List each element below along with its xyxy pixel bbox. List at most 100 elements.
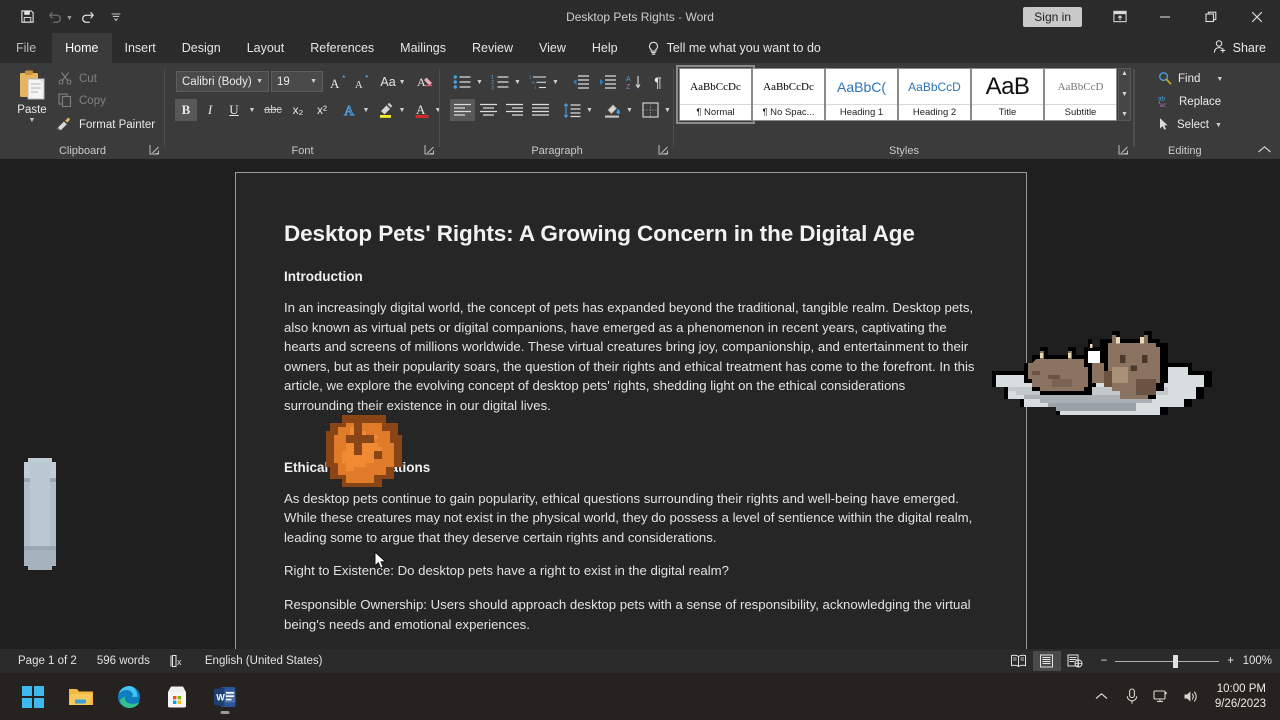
shading-icon[interactable] <box>600 99 624 121</box>
replace-button[interactable]: abac Replace <box>1158 92 1221 112</box>
orange-ball-pet-sprite[interactable] <box>322 410 410 493</box>
volume-icon[interactable] <box>1177 673 1207 720</box>
font-name-combobox[interactable]: Calibri (Body) ▼ <box>176 71 269 92</box>
underline-button[interactable]: U <box>223 99 245 121</box>
tab-file[interactable]: File <box>0 33 52 63</box>
numbering-caret[interactable]: ▼ <box>511 71 524 93</box>
grow-font-icon[interactable]: A <box>327 71 349 93</box>
tell-me-search-box[interactable]: Tell me what you want to do <box>631 33 831 63</box>
tab-layout[interactable]: Layout <box>234 33 298 63</box>
bold-button[interactable]: B <box>175 99 197 121</box>
minimize-icon[interactable] <box>1142 0 1188 33</box>
styles-scroll-up-icon[interactable]: ▲ <box>1121 70 1128 78</box>
shrink-font-icon[interactable]: A <box>351 71 373 93</box>
ribbon-display-options-icon[interactable] <box>1098 0 1142 33</box>
proofing-errors-icon[interactable]: x <box>160 654 195 668</box>
start-button-icon[interactable] <box>14 677 52 717</box>
line-spacing-icon[interactable] <box>560 99 584 121</box>
sort-icon[interactable]: AZ <box>624 71 646 93</box>
strikethrough-button[interactable]: abc <box>261 99 285 121</box>
microsoft-edge-icon[interactable] <box>110 677 148 717</box>
zoom-level-label[interactable]: 100% <box>1234 655 1272 667</box>
customize-quick-access-toolbar-icon[interactable] <box>103 5 129 29</box>
decrease-indent-icon[interactable] <box>568 71 592 93</box>
styles-dialog-launcher[interactable] <box>1118 144 1129 155</box>
microsoft-word-icon[interactable]: W <box>206 677 244 717</box>
style-item-heading-1[interactable]: AaBbC( Heading 1 <box>825 68 898 121</box>
font-size-combobox[interactable]: 19 ▼ <box>271 71 323 92</box>
redo-icon[interactable] <box>75 5 101 29</box>
tab-mailings[interactable]: Mailings <box>387 33 459 63</box>
numbering-icon[interactable]: 123 <box>488 71 512 93</box>
find-caret[interactable]: ▼ <box>1216 76 1223 83</box>
zoom-slider[interactable]: − + <box>1101 655 1234 667</box>
tab-view[interactable]: View <box>526 33 579 63</box>
align-center-icon[interactable] <box>476 99 501 121</box>
format-painter-button[interactable]: Format Painter <box>56 115 155 135</box>
text-effects-button[interactable]: A <box>339 99 361 121</box>
font-name-caret[interactable]: ▼ <box>256 78 263 85</box>
borders-icon[interactable] <box>638 99 662 121</box>
text-effects-caret[interactable]: ▼ <box>359 99 373 121</box>
superscript-button[interactable]: x² <box>311 99 333 121</box>
microphone-icon[interactable] <box>1117 673 1147 720</box>
style-item-title[interactable]: AaB Title <box>971 68 1044 121</box>
taskbar-clock[interactable]: 10:00 PM 9/26/2023 <box>1207 682 1280 712</box>
tab-review[interactable]: Review <box>459 33 526 63</box>
text-highlight-color-icon[interactable] <box>375 99 397 121</box>
find-button[interactable]: Find ▼ <box>1158 69 1223 89</box>
web-layout-icon[interactable] <box>1061 651 1089 671</box>
copy-button[interactable]: Copy <box>58 91 106 111</box>
network-icon[interactable] <box>1147 673 1177 720</box>
collapse-ribbon-icon[interactable] <box>1257 145 1272 157</box>
styles-scroll-down-icon[interactable]: ▼ <box>1121 91 1128 99</box>
zoom-slider-thumb[interactable] <box>1173 655 1178 668</box>
justify-icon[interactable] <box>528 99 553 121</box>
shading-caret[interactable]: ▼ <box>623 99 636 121</box>
bullets-icon[interactable] <box>450 71 474 93</box>
styles-gallery-scroll[interactable]: ▲ ▼ ▼ <box>1118 68 1131 121</box>
paste-button[interactable]: Paste ▼ <box>8 69 56 139</box>
subscript-button[interactable]: x₂ <box>287 99 309 121</box>
word-count-status[interactable]: 596 words <box>87 655 160 667</box>
microsoft-store-icon[interactable] <box>158 677 196 717</box>
tab-home[interactable]: Home <box>52 33 111 63</box>
zoom-slider-track[interactable] <box>1115 661 1219 662</box>
clear-all-formatting-icon[interactable]: A <box>415 71 437 93</box>
cut-button[interactable]: Cut <box>58 69 97 89</box>
change-case-button[interactable]: Aa ▼ <box>377 71 409 93</box>
align-left-icon[interactable] <box>450 99 475 121</box>
undo-icon[interactable] <box>42 5 68 29</box>
tab-design[interactable]: Design <box>169 33 234 63</box>
undo-dropdown-caret[interactable]: ▼ <box>66 15 73 22</box>
underline-caret[interactable]: ▼ <box>245 99 259 121</box>
select-button[interactable]: Select ▼ <box>1158 115 1222 135</box>
page-number-status[interactable]: Page 1 of 2 <box>8 655 87 667</box>
bullets-caret[interactable]: ▼ <box>473 71 486 93</box>
cat-pets-on-cloud-sprite[interactable] <box>960 295 1220 440</box>
font-color-icon[interactable]: A <box>411 99 433 121</box>
capsule-pet-sprite[interactable] <box>18 450 62 583</box>
paragraph-dialog-launcher[interactable] <box>658 144 669 155</box>
clipboard-dialog-launcher[interactable] <box>149 144 160 155</box>
show-formatting-marks-button[interactable]: ¶ <box>648 71 668 93</box>
select-caret[interactable]: ▼ <box>1215 122 1222 129</box>
style-item-heading-2[interactable]: AaBbCcD Heading 2 <box>898 68 971 121</box>
paste-dropdown-caret[interactable]: ▼ <box>29 117 36 124</box>
multilevel-list-caret[interactable]: ▼ <box>549 71 562 93</box>
zoom-in-button[interactable]: + <box>1227 655 1234 667</box>
style-item-no-spacing[interactable]: AaBbCcDc ¶ No Spac... <box>752 68 825 121</box>
tab-insert[interactable]: Insert <box>112 33 169 63</box>
chevron-up-icon[interactable] <box>1087 673 1117 720</box>
language-status[interactable]: English (United States) <box>195 655 333 667</box>
close-icon[interactable] <box>1234 0 1280 33</box>
read-mode-icon[interactable] <box>1005 651 1033 671</box>
multilevel-list-icon[interactable]: 1ai <box>526 71 550 93</box>
print-layout-icon[interactable] <box>1033 651 1061 671</box>
zoom-out-button[interactable]: − <box>1101 655 1108 667</box>
italic-button[interactable]: I <box>199 99 221 121</box>
share-button[interactable]: Share <box>1212 33 1266 63</box>
font-dialog-launcher[interactable] <box>424 144 435 155</box>
style-item-normal[interactable]: AaBbCcDc ¶ Normal <box>679 68 752 121</box>
increase-indent-icon[interactable] <box>595 71 619 93</box>
